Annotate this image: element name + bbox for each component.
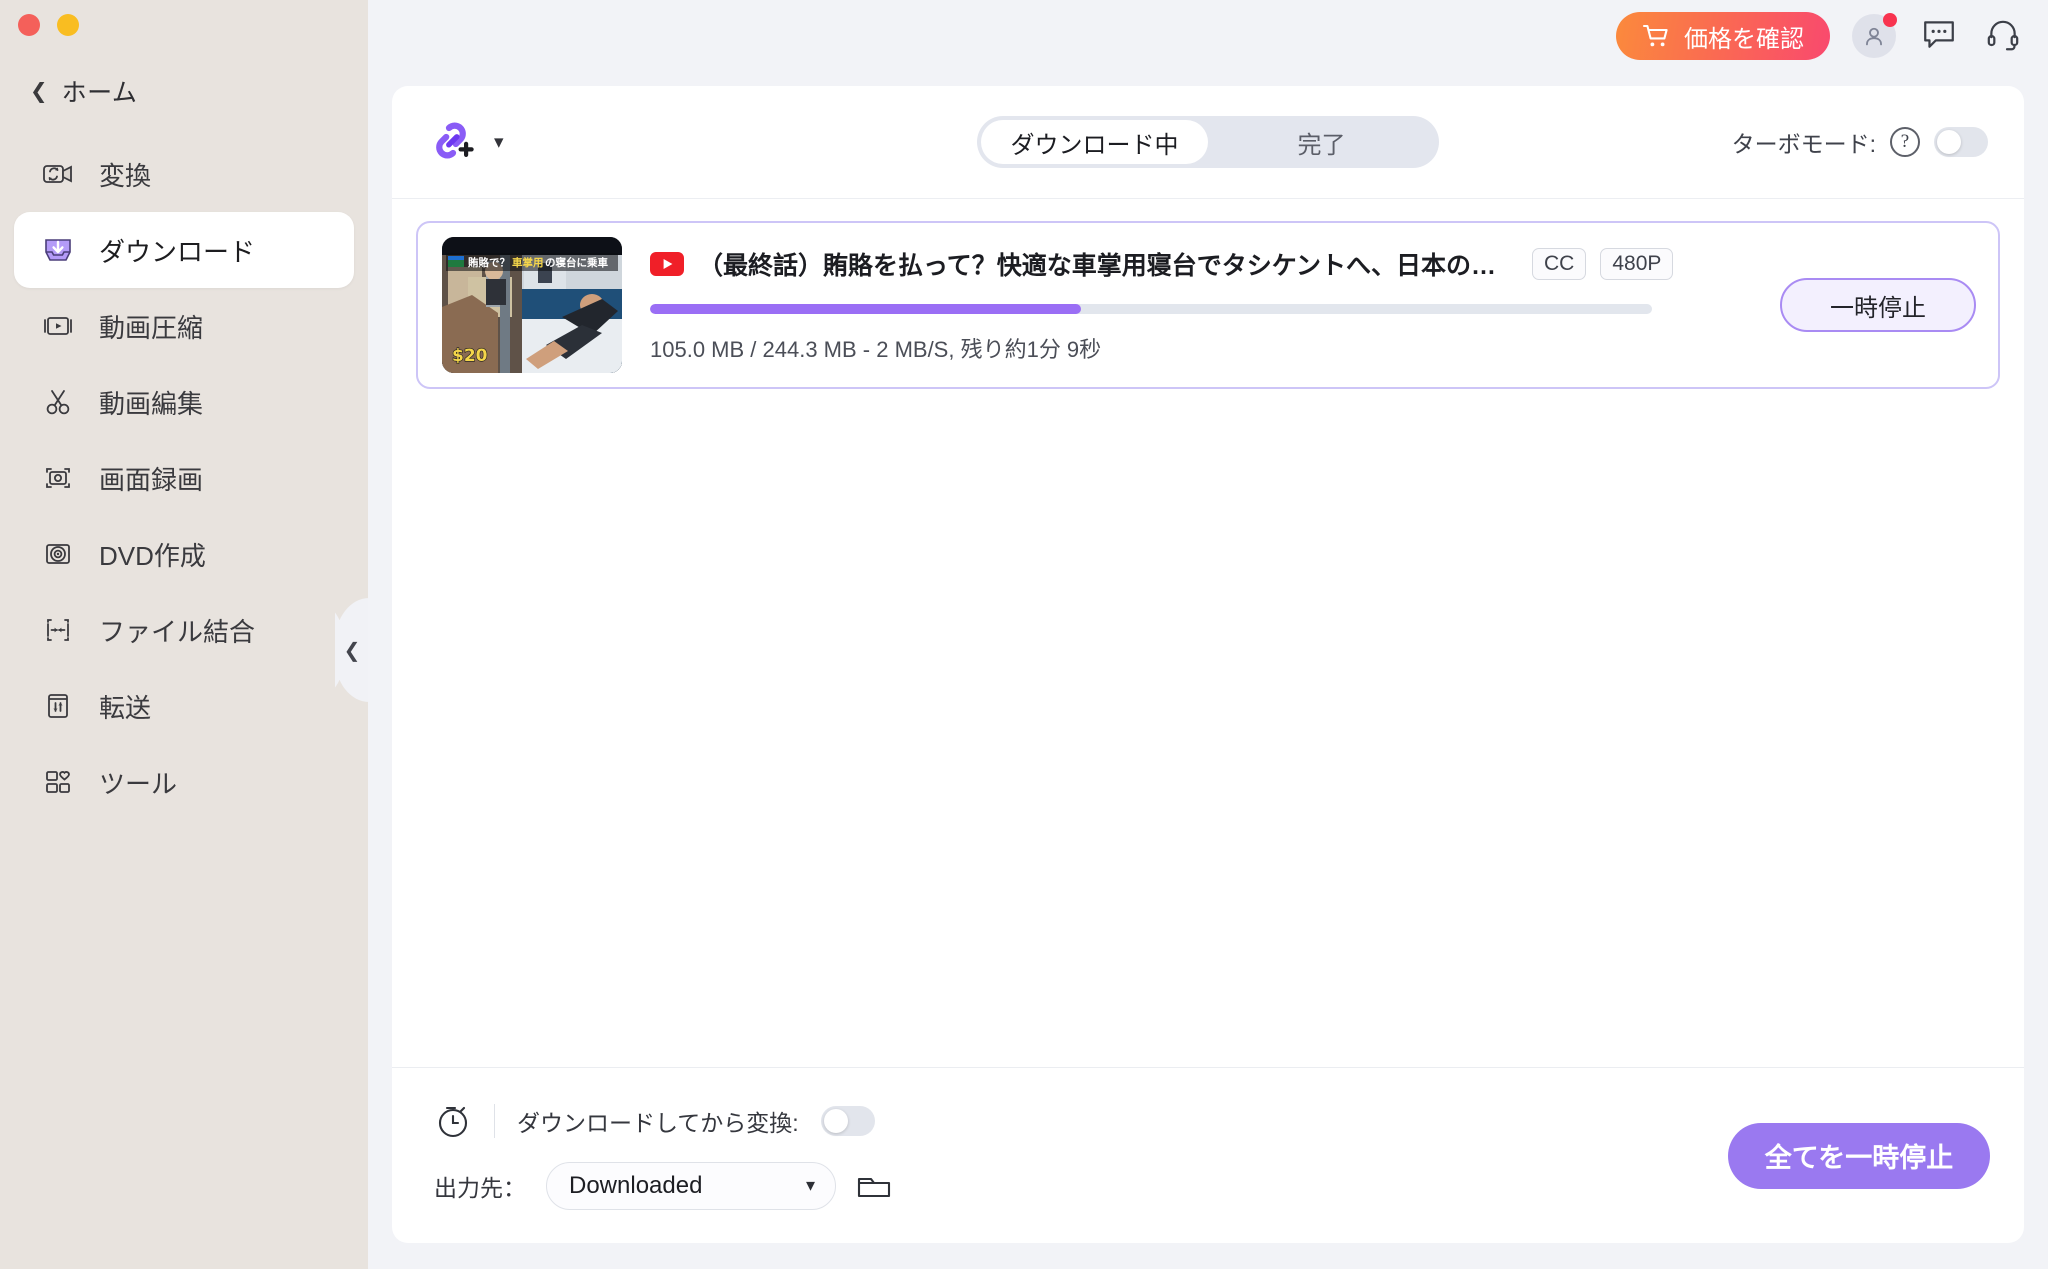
tab-completed[interactable]: 完了 xyxy=(1208,120,1435,164)
shopping-cart-icon xyxy=(1642,23,1670,49)
sidebar-back-home[interactable]: ❮ ホーム xyxy=(0,64,368,118)
sidebar-nav: 変換 ダウンロード 動画圧縮 動画編集 画面録画 DVD作成 ファイル結合 転送… xyxy=(0,136,368,820)
chevron-left-icon: ❮ xyxy=(343,638,361,662)
sidebar-item-merge-files[interactable]: ファイル結合 xyxy=(14,592,354,668)
panel-footer: ダウンロードしてから変換: 出力先： Downloaded ▾ 全てを一時停止 xyxy=(392,1067,2024,1243)
window-close-button[interactable] xyxy=(18,14,40,36)
sidebar-item-label: ファイル結合 xyxy=(99,616,256,647)
download-title: （最終話）賄賂を払って？快適な車掌用寝台でタシケントへ、日本の先人… xyxy=(698,252,1518,280)
sidebar-item-label: ツール xyxy=(99,768,178,799)
youtube-icon xyxy=(650,252,684,276)
sidebar-item-label: 動画編集 xyxy=(99,388,204,419)
pause-all-button[interactable]: 全てを一時停止 xyxy=(1728,1122,1990,1189)
footer-divider xyxy=(494,1103,495,1138)
headset-icon xyxy=(1985,16,2021,57)
account-button[interactable] xyxy=(1852,13,1897,58)
stopwatch-icon[interactable] xyxy=(434,1102,472,1140)
output-folder-value: Downloaded xyxy=(569,1171,703,1199)
folder-icon[interactable] xyxy=(856,1170,892,1202)
screen-record-icon xyxy=(41,461,75,495)
toolbox-grid-icon xyxy=(41,765,75,799)
sidebar-item-label: DVD作成 xyxy=(99,540,206,571)
question-mark-circle-icon[interactable]: ? xyxy=(1890,127,1920,157)
chevron-down-icon: ▾ xyxy=(494,130,504,153)
sidebar-item-label: 転送 xyxy=(99,692,152,723)
sidebar-item-transfer[interactable]: 転送 xyxy=(14,668,354,744)
sidebar-collapse-handle[interactable]: ❮ xyxy=(335,598,369,702)
progress-fill xyxy=(650,304,1081,314)
scissors-icon xyxy=(41,385,75,419)
svg-text:賄賂で？: 賄賂で？ xyxy=(467,256,510,269)
top-bar: 価格を確認 xyxy=(368,0,2048,72)
link-plus-icon xyxy=(432,119,478,165)
video-thumbnail: 賄賂で？ 車掌用 の寝台に乗車 $20 xyxy=(442,237,622,373)
sidebar-item-convert[interactable]: 変換 xyxy=(14,136,354,212)
sidebar-item-video-compress[interactable]: 動画圧縮 xyxy=(14,288,354,364)
notification-badge xyxy=(1883,13,1897,27)
sidebar-item-download[interactable]: ダウンロード xyxy=(14,212,354,288)
toggle-knob xyxy=(823,1108,848,1133)
footer-options: ダウンロードしてから変換: 出力先： Downloaded ▾ xyxy=(434,1102,892,1210)
main-area: 価格を確認 ▾ ダウンロード中 完了 ターボモード: ? 賄賂で？ 車掌用 の寝… xyxy=(368,0,2048,1269)
download-title-row: （最終話）賄賂を払って？快適な車掌用寝台でタシケントへ、日本の先人… CC 48… xyxy=(650,246,1756,282)
download-progress-bar xyxy=(650,304,1652,314)
sidebar-item-label: ダウンロード xyxy=(99,236,256,267)
convert-after-download-row: ダウンロードしてから変換: xyxy=(434,1102,892,1140)
check-price-label: 価格を確認 xyxy=(1684,25,1804,53)
turbo-mode-control: ターボモード: ? xyxy=(1732,125,1988,159)
turbo-mode-toggle[interactable] xyxy=(1934,127,1988,157)
sidebar-item-video-edit[interactable]: 動画編集 xyxy=(14,364,354,440)
sidebar-item-label: 動画圧縮 xyxy=(99,312,204,343)
turbo-mode-label: ターボモード: xyxy=(1731,131,1876,157)
download-tray-icon xyxy=(41,233,75,267)
convert-after-download-label: ダウンロードしてから変換: xyxy=(517,1109,799,1136)
output-folder-select[interactable]: Downloaded ▾ xyxy=(546,1161,836,1210)
tab-downloading[interactable]: ダウンロード中 xyxy=(981,120,1208,164)
convert-video-icon xyxy=(41,157,75,191)
transfer-icon xyxy=(41,689,75,723)
pause-download-button[interactable]: 一時停止 xyxy=(1780,278,1976,332)
window-minimize-button[interactable] xyxy=(57,14,79,36)
convert-after-download-toggle[interactable] xyxy=(820,1105,875,1136)
add-link-button[interactable]: ▾ xyxy=(432,119,504,165)
download-list: 賄賂で？ 車掌用 の寝台に乗車 $20 （最終話）賄賂を払って？快適な車掌用寝台… xyxy=(392,199,2024,1067)
sidebar-item-dvd-create[interactable]: DVD作成 xyxy=(14,516,354,592)
merge-files-icon xyxy=(41,613,75,647)
svg-text:の寝台に乗車: の寝台に乗車 xyxy=(545,256,608,269)
chevron-down-icon: ▾ xyxy=(805,1174,815,1196)
download-item[interactable]: 賄賂で？ 車掌用 の寝台に乗車 $20 （最終話）賄賂を払って？快適な車掌用寝台… xyxy=(416,221,2000,389)
window-traffic-lights xyxy=(0,0,368,44)
output-folder-label: 出力先： xyxy=(434,1174,526,1201)
output-folder-row: 出力先： Downloaded ▾ xyxy=(434,1161,892,1210)
sidebar: ❮ ホーム 変換 ダウンロード 動画圧縮 動画編集 画面録画 DVD作成 ファイ… xyxy=(0,0,369,1269)
feedback-button[interactable] xyxy=(1918,15,1960,57)
disc-icon xyxy=(41,537,75,571)
caption-tag: CC xyxy=(1532,248,1587,280)
download-status-tabs: ダウンロード中 完了 xyxy=(977,116,1439,168)
sidebar-item-screen-record[interactable]: 画面録画 xyxy=(14,440,354,516)
support-button[interactable] xyxy=(1982,15,2024,57)
svg-text:車掌用: 車掌用 xyxy=(512,256,544,269)
svg-text:$20: $20 xyxy=(452,346,488,366)
sidebar-item-tools[interactable]: ツール xyxy=(14,744,354,820)
content-panel: ▾ ダウンロード中 完了 ターボモード: ? 賄賂で？ 車掌用 の寝台に乗車 $… xyxy=(392,86,2024,1243)
check-price-button[interactable]: 価格を確認 xyxy=(1616,12,1830,60)
chat-bubble-icon xyxy=(1921,17,1957,56)
chevron-left-icon: ❮ xyxy=(30,78,48,103)
sidebar-item-label: 変換 xyxy=(99,160,152,191)
video-compress-icon xyxy=(41,309,75,343)
download-info: （最終話）賄賂を払って？快適な車掌用寝台でタシケントへ、日本の先人… CC 48… xyxy=(622,246,1756,364)
sidebar-item-label: 画面録画 xyxy=(99,464,204,495)
panel-header: ▾ ダウンロード中 完了 ターボモード: ? xyxy=(392,86,2024,198)
resolution-tag: 480P xyxy=(1600,248,1674,280)
toggle-knob xyxy=(1937,130,1961,154)
app-window: ❮ ホーム 変換 ダウンロード 動画圧縮 動画編集 画面録画 DVD作成 ファイ… xyxy=(0,0,2048,1269)
sidebar-back-label: ホーム xyxy=(61,79,138,107)
download-status-text: 105.0 MB / 244.3 MB - 2 MB/S, 残り約1分 9秒 xyxy=(650,337,1102,362)
